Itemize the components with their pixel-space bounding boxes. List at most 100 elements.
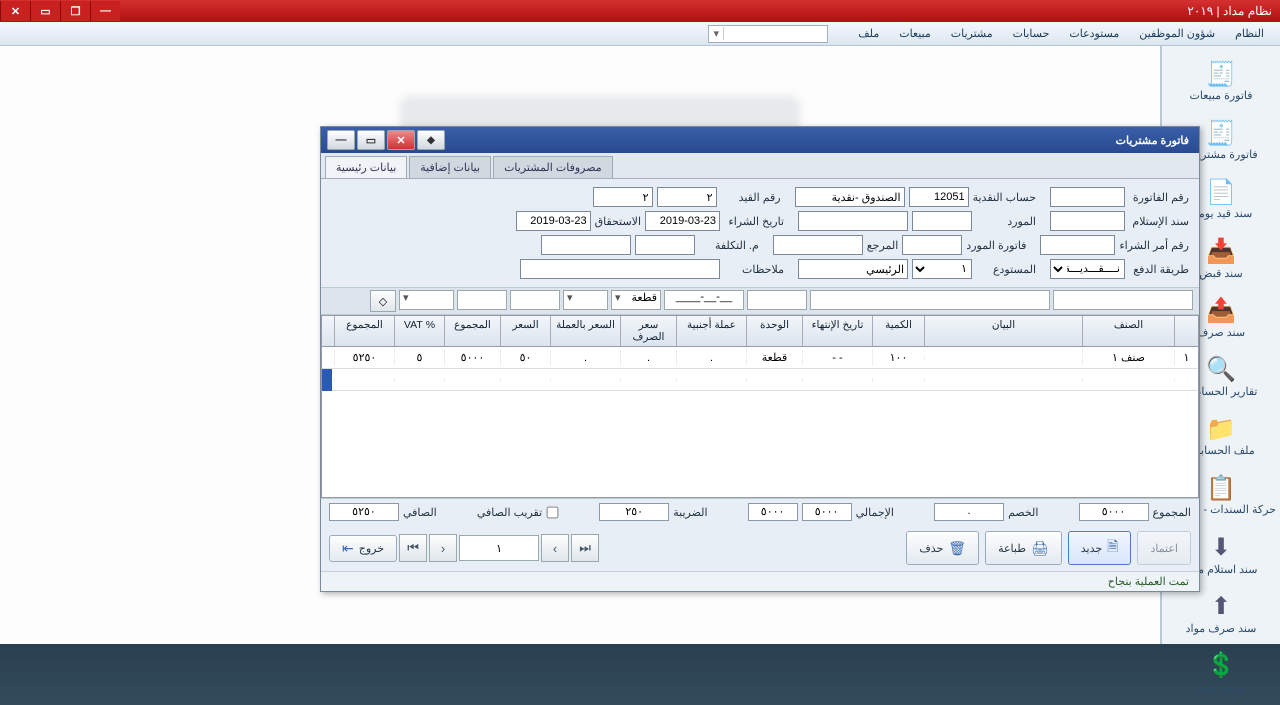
grid-filter-row: __-__-____ قطعة ◇: [321, 287, 1199, 315]
filter-price-cur[interactable]: [457, 290, 507, 310]
lbl-entry-no: رقم القيد: [721, 191, 781, 204]
receipt-icon: 📥: [1202, 236, 1240, 268]
supplier-inv-input[interactable]: [902, 235, 962, 255]
main-canvas: فاتورة مشتريات — ▭ ✕ ◆ مصروفات المشتريات…: [0, 46, 1160, 644]
window-restore-icon[interactable]: ❐: [60, 1, 90, 21]
window-minimize-icon[interactable]: —: [90, 1, 120, 21]
status-line: تمت العملية بنجاح: [321, 571, 1199, 591]
val-discount[interactable]: .: [934, 503, 1004, 521]
pager-last-button[interactable]: ⏭: [571, 534, 599, 562]
items-grid: الصنف البيان الكمية تاريخ الإنتهاء الوحد…: [321, 315, 1199, 498]
tab-expenses[interactable]: مصروفات المشتريات: [493, 156, 613, 178]
cash-account-code-input[interactable]: [909, 187, 969, 207]
pager-prev-button[interactable]: ‹: [429, 534, 457, 562]
val-subtotal2: ٥٠٠٠: [748, 503, 798, 521]
payment-select[interactable]: نــــقـــديـــة: [1050, 259, 1125, 279]
menu-system[interactable]: النظام: [1225, 24, 1274, 43]
purchase-date-input[interactable]: [645, 211, 720, 231]
exit-icon: ⇤: [342, 540, 354, 557]
lbl-round: تقريب الصافي: [477, 506, 542, 519]
app-titlebar: ✕ ▭ ❐ — نظام مداد | ٢٠١٩: [0, 0, 1280, 22]
lbl-supplier: المورد: [976, 215, 1036, 228]
filter-currency-select[interactable]: [563, 290, 608, 310]
entry-no1-input[interactable]: [657, 187, 717, 207]
approve-button[interactable]: اعتماد: [1137, 531, 1191, 565]
filter-exchange[interactable]: [510, 290, 560, 310]
menu-warehouses[interactable]: مستودعات: [1059, 24, 1129, 43]
footer-bar: اعتماد 🗎جديد 🖨طباعة 🗑حذف ⏭ › ‹ ⏮ خروج⇤: [321, 525, 1199, 571]
app-logo-icon: ◆: [417, 130, 445, 150]
pager: ⏭ › ‹ ⏮ خروج⇤: [329, 534, 599, 562]
grid-header: الصنف البيان الكمية تاريخ الإنتهاء الوحد…: [322, 316, 1198, 347]
po-input[interactable]: [1040, 235, 1115, 255]
new-button[interactable]: 🗎جديد: [1068, 531, 1132, 565]
window-maximize-icon[interactable]: ▭: [30, 1, 60, 21]
due-date-input[interactable]: [516, 211, 591, 231]
inner-maximize-icon[interactable]: ▭: [357, 130, 385, 150]
val-net: ٥٢٥٠: [329, 503, 399, 521]
filter-desc[interactable]: [810, 290, 1050, 310]
lbl-invoice-no: رقم الفاتورة: [1129, 191, 1189, 204]
menu-accounts[interactable]: حسابات: [1003, 24, 1060, 43]
lbl-cost-center: م. التكلفة: [699, 239, 759, 252]
menu-hr[interactable]: شؤون الموظفين: [1129, 24, 1225, 43]
tab-main[interactable]: بيانات رئيسية: [325, 156, 407, 178]
download-icon: ⬇: [1202, 532, 1240, 564]
inner-window-title: فاتورة مشتريات: [1116, 134, 1195, 147]
menubar-search[interactable]: ▾: [708, 25, 828, 43]
cash-account-name-input[interactable]: [795, 187, 905, 207]
sidebar-item-quotation[interactable]: 💲عرض سعر: [1162, 646, 1280, 705]
supplier-name-input[interactable]: [798, 211, 908, 231]
clipboard-icon: 📋: [1202, 472, 1240, 504]
document-icon: 📄: [1202, 176, 1240, 208]
receipt-doc-input[interactable]: [1050, 211, 1125, 231]
chevron-down-icon[interactable]: ▾: [709, 27, 724, 40]
ref-input[interactable]: [773, 235, 863, 255]
cost-center1-input[interactable]: [635, 235, 695, 255]
cost-center2-input[interactable]: [541, 235, 631, 255]
pager-first-button[interactable]: ⏮: [399, 534, 427, 562]
app-title: نظام مداد | ٢٠١٩: [1179, 4, 1280, 18]
supplier-code-input[interactable]: [912, 211, 972, 231]
lbl-supplier-inv: فاتورة المورد: [966, 239, 1026, 252]
menu-file[interactable]: ملف: [848, 24, 889, 43]
sidebar-item-goods-issue[interactable]: ⬆سند صرف مواد: [1162, 587, 1280, 646]
filter-unit-select[interactable]: قطعة: [611, 290, 661, 310]
pager-page-input[interactable]: [459, 535, 539, 561]
filter-qty[interactable]: [747, 290, 807, 310]
tab-extra[interactable]: بيانات إضافية: [409, 156, 491, 178]
warehouse-code-select[interactable]: ١: [912, 259, 972, 279]
filter-price-select[interactable]: [399, 290, 454, 310]
val-grand: ٥٠٠٠: [1079, 503, 1149, 521]
delete-button[interactable]: 🗑حذف: [906, 531, 979, 565]
sidebar-item-sales-invoice[interactable]: 🧾فاتورة مبيعات: [1162, 54, 1280, 113]
inner-close-icon[interactable]: ✕: [387, 130, 415, 150]
pager-next-button[interactable]: ›: [541, 534, 569, 562]
content-area: 🧾فاتورة مبيعات 🧾فاتورة مشتريات 📄سند قيد …: [0, 46, 1280, 644]
window-close-icon[interactable]: ✕: [0, 1, 30, 21]
lbl-due: الاستحقاق: [595, 215, 641, 228]
menu-sales[interactable]: مبيعات: [889, 24, 941, 43]
print-button[interactable]: 🖨طباعة: [985, 531, 1062, 565]
filter-expiry[interactable]: __-__-____: [664, 290, 744, 310]
lbl-net: الصافي: [403, 506, 437, 519]
invoice-no-input[interactable]: [1050, 187, 1125, 207]
menubar: النظام شؤون الموظفين مستودعات حسابات مشت…: [0, 22, 1280, 46]
grid-row[interactable]: ١ صنف ١ ١٠٠ - - قطعة . . . ٥٠ ٥٠٠٠ ٥ ٥٢٥…: [322, 347, 1198, 369]
notes-input[interactable]: [520, 259, 720, 279]
clear-filter-button[interactable]: ◇: [370, 290, 396, 312]
form-area: رقم الفاتورة حساب النقدية رقم القيد سند …: [321, 179, 1199, 287]
exit-button[interactable]: خروج⇤: [329, 535, 397, 562]
inner-minimize-icon[interactable]: —: [327, 130, 355, 150]
invoice-icon: 🧾: [1202, 58, 1240, 90]
round-checkbox[interactable]: [547, 506, 559, 518]
menu-purchases[interactable]: مشتريات: [941, 24, 1003, 43]
warehouse-name-input[interactable]: [798, 259, 908, 279]
lbl-ref: المرجع: [867, 239, 899, 252]
grid-row-empty[interactable]: [322, 369, 1198, 391]
trash-icon: 🗑: [948, 540, 966, 557]
grid-body[interactable]: ١ صنف ١ ١٠٠ - - قطعة . . . ٥٠ ٥٠٠٠ ٥ ٥٢٥…: [322, 347, 1198, 497]
purchase-invoice-window: فاتورة مشتريات — ▭ ✕ ◆ مصروفات المشتريات…: [320, 126, 1200, 592]
entry-no2-input[interactable]: [593, 187, 653, 207]
filter-item[interactable]: [1053, 290, 1193, 310]
